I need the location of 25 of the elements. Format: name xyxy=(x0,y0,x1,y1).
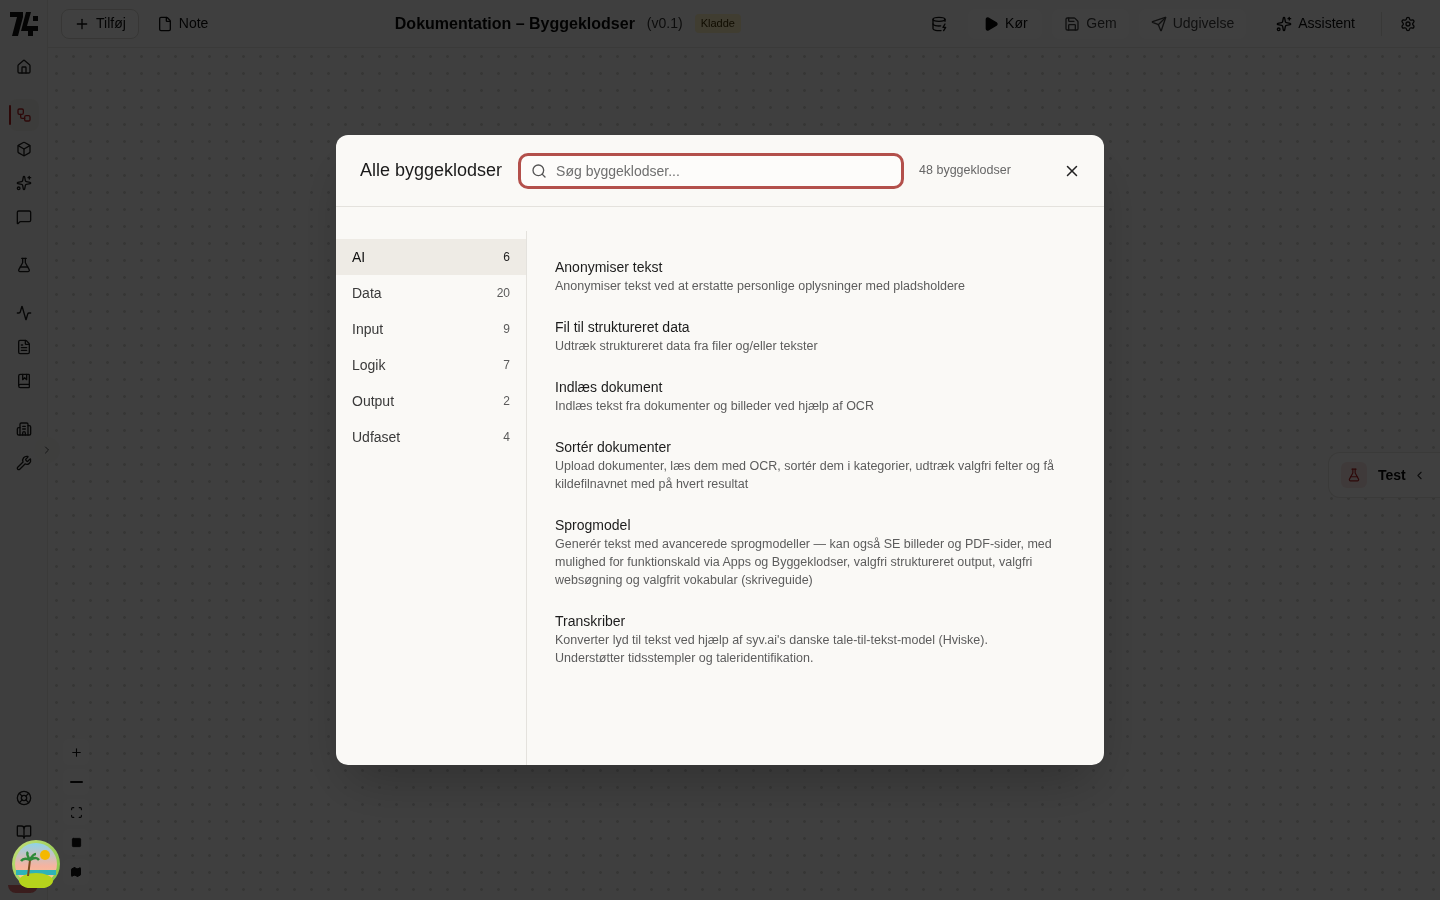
island-avatar-icon[interactable] xyxy=(12,840,60,888)
category-item[interactable]: Input 9 xyxy=(336,311,526,347)
category-item[interactable]: Logik 7 xyxy=(336,347,526,383)
category-item[interactable]: Output 2 xyxy=(336,383,526,419)
category-item[interactable]: Data 20 xyxy=(336,275,526,311)
block-title[interactable]: Anonymiser tekst xyxy=(555,257,663,277)
search-field[interactable]: Søg byggeklodser... xyxy=(518,152,905,189)
block-description: Upload dokumenter, læs dem med OCR, sortér dem i kategorier, udtræk valgfri felter og få kildefilnavnet med på hvert resultat xyxy=(555,458,1055,493)
block-title[interactable]: Transkriber xyxy=(555,611,626,631)
block-title[interactable]: Fil til struktureret data xyxy=(555,317,690,337)
category-item[interactable]: AI 6 xyxy=(336,239,526,275)
block-description: Indlæs tekst fra dokumenter og billeder ved hjælp af OCR xyxy=(555,398,875,415)
dialog-title: Alle byggeklodser xyxy=(360,159,503,182)
search-icon xyxy=(531,162,548,179)
block-title[interactable]: Indlæs dokument xyxy=(555,377,663,397)
block-description: Generér tekst med avancerede sprogmodeller — kan også SE billeder og PDF-sider, med mulighed for funktionskald via Apps og Byggeklodser, valgfri struktureret output, valgfri websøgning og valgfrit vokabular (skriveguide) xyxy=(555,536,1053,589)
block-count: 48 byggeklodser xyxy=(919,162,1011,180)
test-panel-label: Test xyxy=(1378,465,1406,485)
workflow-title: Dokumentation – Byggeklodser xyxy=(394,13,635,34)
block-description: Konverter lyd til tekst ved hjælp af syv.ai's danske tale-til-tekst-model (Hviske). Understøtter tidsstempler og taleridentifikation. xyxy=(555,632,989,667)
block-title[interactable]: Sortér dokumenter xyxy=(555,437,671,457)
category-item[interactable]: Udfaset 4 xyxy=(336,419,526,455)
block-description: Anonymiser tekst ved at erstatte personlige oplysninger med pladsholdere xyxy=(555,278,966,295)
block-description: Udtræk struktureret data fra filer og/eller tekster xyxy=(555,338,819,355)
block-title[interactable]: Sprogmodel xyxy=(555,515,631,535)
